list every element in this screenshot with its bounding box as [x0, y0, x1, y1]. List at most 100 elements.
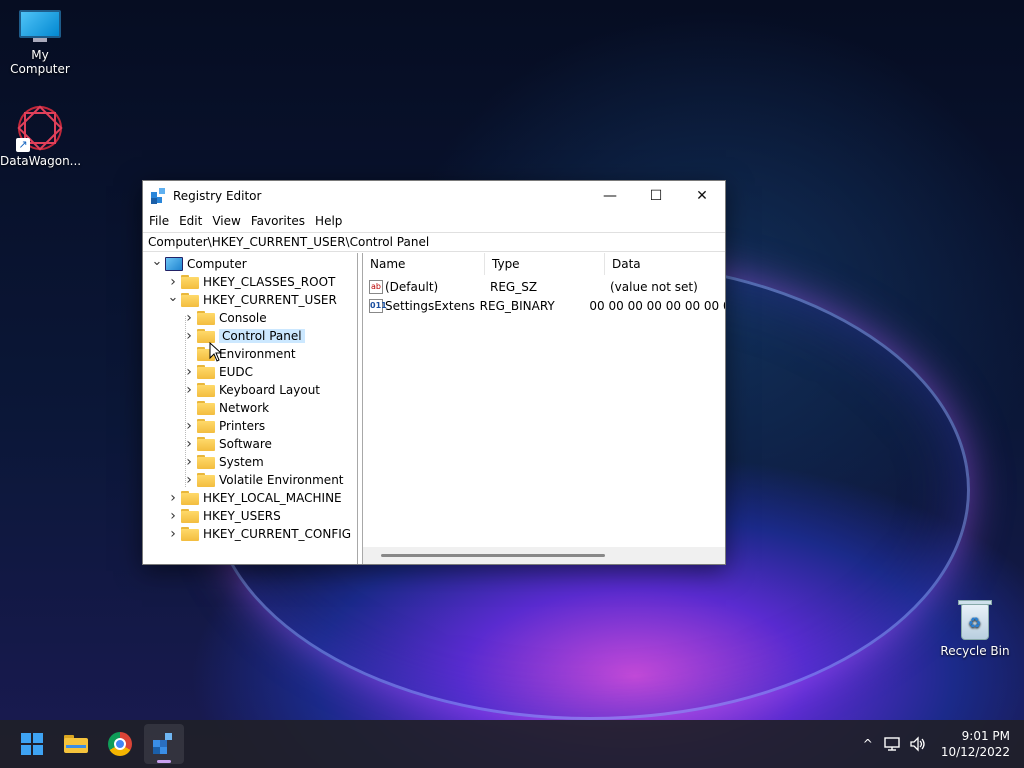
mouse-cursor-icon [209, 342, 223, 362]
folder-icon [197, 419, 215, 433]
folder-icon [181, 491, 199, 505]
menu-edit[interactable]: Edit [175, 214, 206, 228]
tree-node-label: Environment [219, 347, 296, 361]
horizontal-scrollbar[interactable] [363, 547, 725, 564]
column-header-data[interactable]: Data [605, 253, 725, 275]
folder-icon [197, 401, 215, 415]
value-name: (Default) [385, 279, 439, 294]
system-tray: ^ 9:01 PM 10/12/2022 [857, 728, 1024, 760]
folder-icon [197, 365, 215, 379]
value-row[interactable]: 011SettingsExtensio... REG_BINARY 00 00 … [363, 296, 725, 315]
menu-bar: File Edit View Favorites Help [143, 211, 725, 231]
windows-logo-icon [21, 733, 43, 755]
tree-node[interactable]: › Printers [183, 417, 265, 435]
folder-icon [197, 329, 215, 343]
clock[interactable]: 9:01 PM 10/12/2022 [941, 728, 1010, 760]
taskbar-chrome[interactable] [100, 724, 140, 764]
tree-node-label: Volatile Environment [219, 473, 344, 487]
value-type: REG_BINARY [479, 298, 555, 313]
menu-help[interactable]: Help [311, 214, 346, 228]
tree-node-label: Software [219, 437, 272, 451]
chevron-down-icon[interactable]: ⌄ [151, 253, 163, 270]
folder-icon [181, 527, 199, 541]
volume-icon[interactable] [909, 736, 927, 752]
tree-node[interactable]: Network [183, 399, 269, 417]
folder-icon [181, 275, 199, 289]
title-bar[interactable]: Registry Editor — ☐ ✕ [143, 181, 725, 211]
tree-node[interactable]: Environment [183, 345, 296, 363]
value-row[interactable]: ab (Default) REG_SZ (value not set) [363, 277, 725, 296]
tree-node[interactable]: ⌄ HKEY_CURRENT_USER [167, 288, 337, 309]
file-explorer-icon [64, 735, 88, 753]
folder-icon [197, 311, 215, 325]
column-header-type[interactable]: Type [485, 253, 605, 275]
chevron-right-icon[interactable]: › [183, 327, 195, 345]
key-tree-pane[interactable]: ⌄ Computer › HKEY_CLASSES_ROOT ⌄ HKEY_CURRENT… [143, 253, 358, 564]
menu-favorites[interactable]: Favorites [247, 214, 309, 228]
tree-node[interactable]: › Control Panel [183, 327, 305, 345]
values-pane[interactable]: Name Type Data ab (Default) REG_SZ (value… [362, 253, 725, 564]
monitor-icon [19, 10, 61, 44]
tree-node[interactable]: › HKEY_CLASSES_ROOT [167, 273, 335, 291]
folder-icon [197, 383, 215, 397]
tree-node[interactable]: › HKEY_LOCAL_MACHINE [167, 489, 341, 507]
column-header-name[interactable]: Name [363, 253, 485, 275]
desktop-icon-label: My Computer [10, 48, 70, 76]
tree-node-label: HKEY_CURRENT_USER [203, 293, 337, 307]
maximize-button[interactable]: ☐ [633, 181, 679, 211]
shortcut-arrow-icon: ↗ [16, 138, 30, 152]
taskbar-registry-editor[interactable] [144, 724, 184, 764]
folder-icon [181, 293, 199, 307]
start-button[interactable] [12, 724, 52, 764]
folder-icon [181, 509, 199, 523]
chevron-right-icon[interactable]: › [183, 309, 195, 327]
registry-editor-window[interactable]: Registry Editor — ☐ ✕ File Edit View Fav… [142, 180, 726, 565]
tree-node[interactable]: › Software [183, 435, 272, 453]
desktop-icon-my-computer[interactable]: My Computer [0, 10, 80, 76]
tree-node[interactable]: › System [183, 453, 264, 471]
desktop-icon-datawagon[interactable]: ↗ DataWagon... [0, 99, 82, 168]
tree-node-label: System [219, 455, 264, 469]
folder-icon [197, 455, 215, 469]
address-path[interactable]: Computer\HKEY_CURRENT_USER\Control Panel [148, 235, 429, 249]
chevron-right-icon[interactable]: › [183, 417, 195, 435]
chevron-right-icon[interactable]: › [183, 471, 195, 489]
recycle-bin-icon: ♻ [958, 598, 992, 640]
chevron-right-icon[interactable]: › [167, 489, 179, 507]
desktop-icon-label: DataWagon... [0, 154, 82, 168]
chevron-right-icon[interactable]: › [183, 435, 195, 453]
datawagon-logo-icon: ↗ [11, 99, 69, 157]
tree-node[interactable]: › Volatile Environment [183, 471, 344, 489]
address-bar[interactable]: Computer\HKEY_CURRENT_USER\Control Panel [143, 232, 725, 252]
tree-node[interactable]: › HKEY_USERS [167, 507, 281, 525]
menu-view[interactable]: View [208, 214, 244, 228]
chevron-right-icon[interactable]: › [183, 363, 195, 381]
close-button[interactable]: ✕ [679, 181, 725, 211]
chevron-right-icon[interactable]: › [183, 381, 195, 399]
tree-node[interactable]: › Keyboard Layout [183, 381, 320, 399]
network-icon[interactable] [883, 736, 901, 752]
value-data: (value not set) [610, 279, 698, 294]
chevron-right-icon[interactable]: › [183, 453, 195, 471]
chevron-right-icon[interactable]: › [167, 525, 179, 543]
value-type: REG_SZ [490, 279, 538, 294]
desktop-icon-label: Recycle Bin [940, 644, 1010, 658]
binary-value-icon: 011 [369, 298, 387, 313]
tree-node[interactable]: ⌄ Computer [151, 253, 247, 273]
tree-node-label: Network [219, 401, 270, 415]
chevron-right-icon[interactable]: › [167, 507, 179, 525]
tray-overflow-chevron-icon[interactable]: ^ [863, 737, 873, 751]
folder-icon [197, 437, 215, 451]
minimize-button[interactable]: — [587, 181, 633, 211]
tree-node[interactable]: › HKEY_CURRENT_CONFIG [167, 525, 351, 543]
value-data: 00 00 00 00 00 00 00 00 [589, 298, 725, 313]
chevron-down-icon[interactable]: ⌄ [167, 288, 179, 306]
tree-node[interactable]: › Console [183, 309, 266, 327]
desktop-icon-recycle-bin[interactable]: ♻ Recycle Bin [935, 598, 1015, 658]
taskbar-file-explorer[interactable] [56, 724, 96, 764]
menu-file[interactable]: File [145, 214, 173, 228]
scrollbar-thumb[interactable] [381, 554, 605, 557]
tree-node-label: Computer [187, 257, 247, 271]
tree-node[interactable]: › EUDC [183, 363, 253, 381]
